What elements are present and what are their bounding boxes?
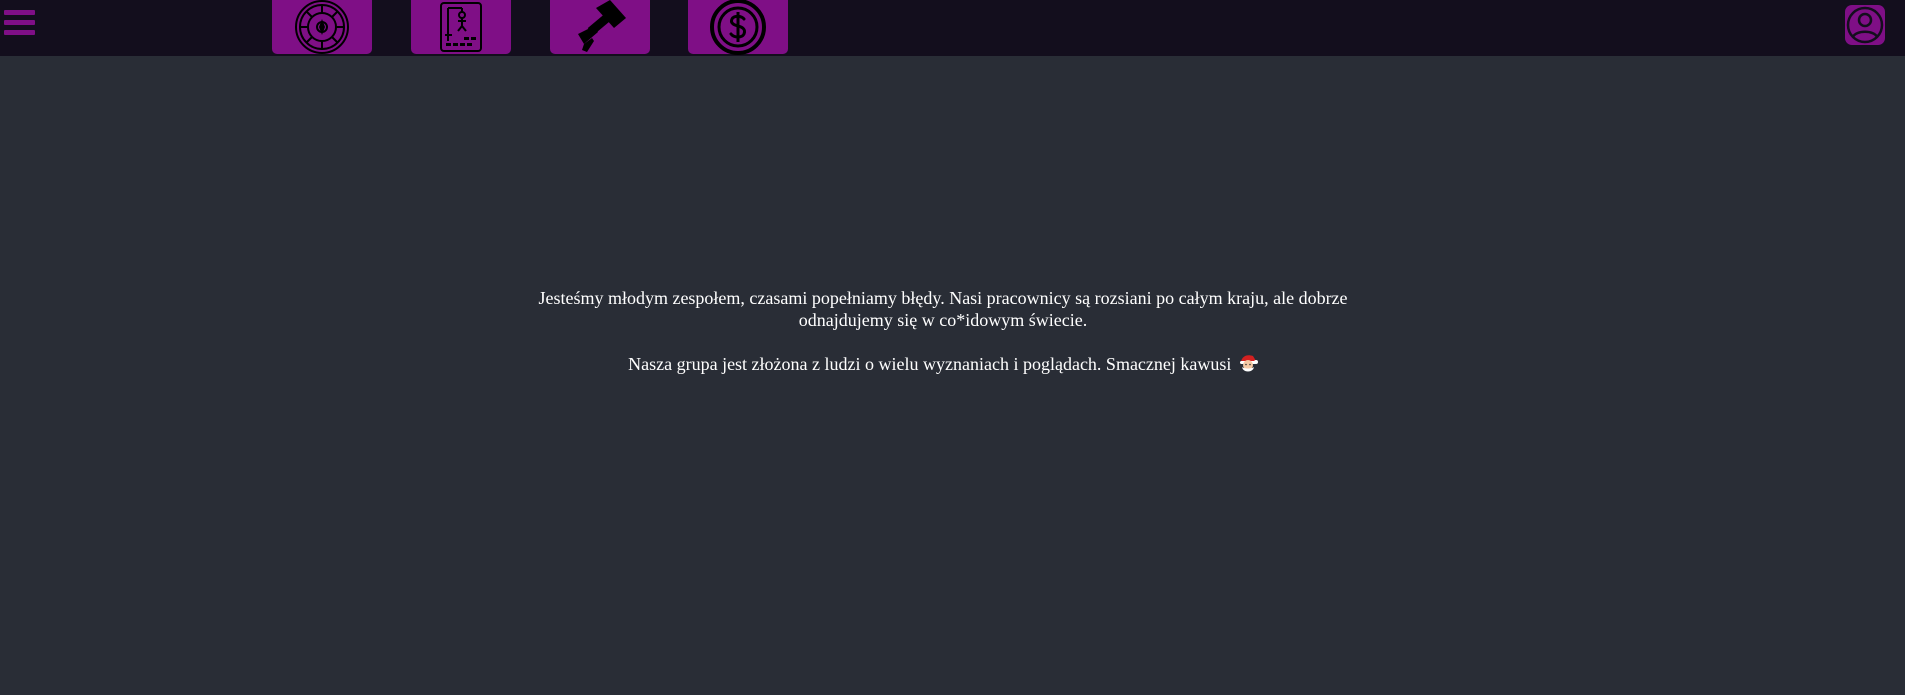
nav-hangman-button[interactable] (411, 0, 511, 54)
profile-button[interactable] (1844, 4, 1886, 46)
hangman-icon (440, 2, 482, 52)
top-navigation-bar (0, 0, 1905, 56)
dollar-coin-icon (710, 0, 766, 55)
user-avatar-icon (1845, 5, 1885, 45)
santa-emoji-icon (1239, 355, 1258, 372)
nav-coin-button[interactable] (688, 0, 788, 55)
about-paragraph-2-text: Nasza grupa jest złożona z ludzi o wielu… (628, 354, 1232, 374)
hammer-icon (578, 0, 626, 52)
main-content (0, 56, 1905, 695)
nav-roulette-button[interactable] (272, 0, 372, 54)
hamburger-menu-icon[interactable] (4, 10, 36, 38)
about-text: Jesteśmy młodym zespołem, czasami popełn… (505, 287, 1381, 375)
about-paragraph-1: Jesteśmy młodym zespołem, czasami popełn… (538, 288, 1348, 330)
about-paragraph-2: Nasza grupa jest złożona z ludzi o wielu… (505, 353, 1381, 375)
roulette-icon (295, 0, 349, 54)
nav-hammer-button[interactable] (550, 0, 650, 54)
